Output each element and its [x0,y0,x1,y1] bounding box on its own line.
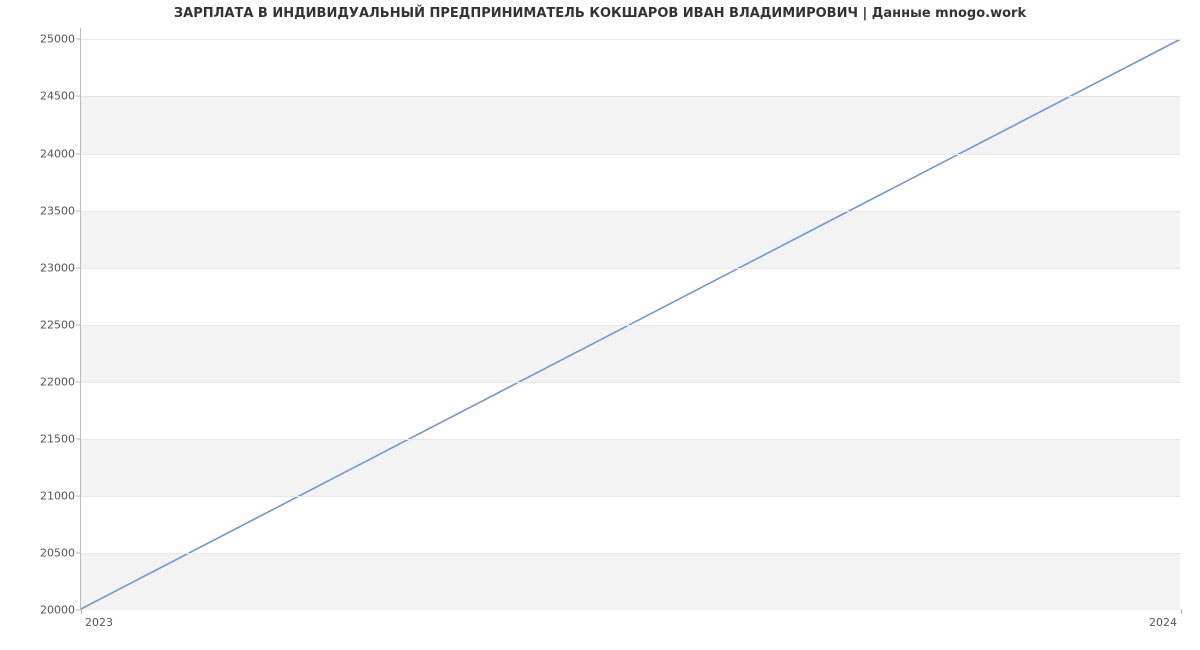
y-tick-mark [76,267,81,268]
x-tick-mark [1181,609,1182,614]
y-tick-label: 24500 [31,90,75,103]
y-tick-label: 23000 [31,261,75,274]
y-tick-mark [76,39,81,40]
y-gridline [81,154,1180,155]
y-gridline [81,211,1180,212]
y-tick-mark [76,381,81,382]
y-tick-mark [76,210,81,211]
chart-container: ЗАРПЛАТА В ИНДИВИДУАЛЬНЫЙ ПРЕДПРИНИМАТЕЛ… [0,0,1200,650]
y-tick-mark [76,495,81,496]
y-tick-label: 22000 [31,375,75,388]
line-series [81,28,1180,609]
y-tick-label: 23500 [31,204,75,217]
y-tick-mark [76,324,81,325]
y-gridline [81,39,1180,40]
x-tick-label: 2023 [85,616,113,629]
y-tick-label: 21500 [31,432,75,445]
y-tick-mark [76,438,81,439]
x-tick-label: 2024 [1149,616,1177,629]
y-tick-label: 22500 [31,318,75,331]
y-tick-label: 20500 [31,546,75,559]
y-gridline [81,439,1180,440]
y-gridline [81,96,1180,97]
x-tick-mark [81,609,82,614]
y-tick-label: 25000 [31,33,75,46]
y-gridline [81,268,1180,269]
y-gridline [81,325,1180,326]
y-tick-label: 20000 [31,604,75,617]
y-tick-mark [76,153,81,154]
y-tick-label: 21000 [31,489,75,502]
y-tick-mark [76,552,81,553]
y-tick-mark [76,96,81,97]
plot-area: 2000020500210002150022000225002300023500… [80,28,1180,610]
y-tick-label: 24000 [31,147,75,160]
chart-title: ЗАРПЛАТА В ИНДИВИДУАЛЬНЫЙ ПРЕДПРИНИМАТЕЛ… [0,6,1200,21]
y-gridline [81,382,1180,383]
y-gridline [81,496,1180,497]
y-gridline [81,553,1180,554]
